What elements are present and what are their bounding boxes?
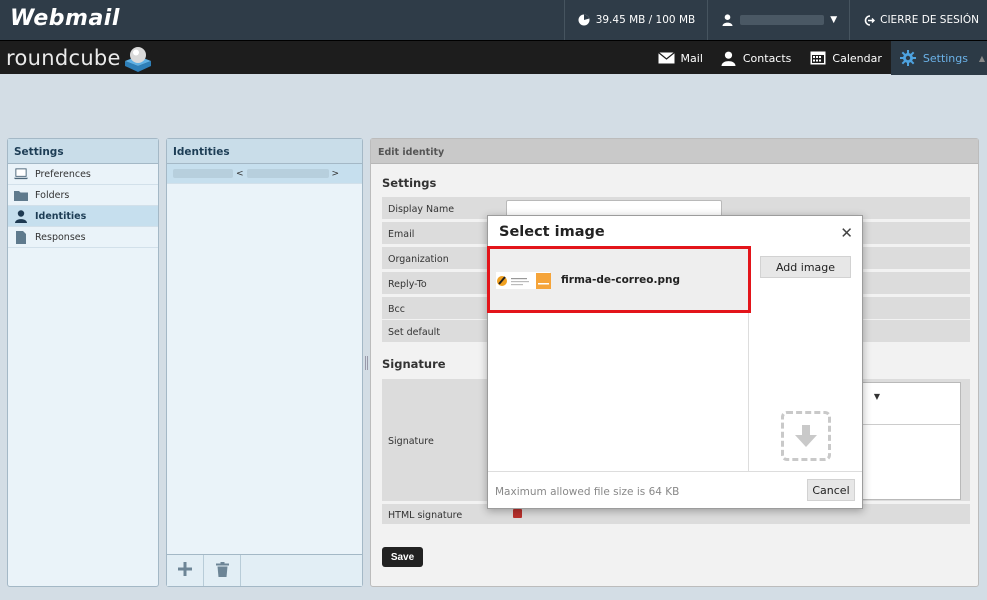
field-label: Email [388,229,415,240]
edit-identity-title: Edit identity [371,139,978,164]
user-menu[interactable]: ▼ [708,14,849,27]
delete-identity-button[interactable] [204,555,241,586]
add-image-button[interactable]: Add image [760,256,851,278]
quota-indicator[interactable]: 39.45 MB / 100 MB [565,14,708,27]
identity-email-close: > [331,168,340,179]
settings-section-title: Settings [382,176,437,190]
gear-icon [900,50,917,66]
logout-label: CIERRE DE SESIÓN [880,14,979,26]
trash-icon [215,561,229,580]
identity-name-redacted [173,169,233,178]
identities-panel-title: Identities [167,139,362,164]
user-name-redacted [740,15,825,25]
pie-chart-icon [577,14,591,27]
html-signature-label: HTML signature [388,510,463,521]
identity-row[interactable]: < > [167,164,362,184]
settings-panel: Settings Preferences Folders Identities … [7,138,159,587]
identity-email-open: < [236,168,244,179]
field-label: Reply-To [388,279,427,290]
nav-calendar[interactable]: Calendar [800,41,890,75]
computer-icon [14,168,28,181]
person-icon [14,209,28,223]
dialog-title: Select image [499,224,605,240]
settings-item-responses[interactable]: Responses [8,227,158,248]
quota-text: 39.45 MB / 100 MB [595,14,696,26]
chevron-down-icon: ▼ [830,15,838,25]
field-label: Set default [388,327,441,338]
settings-item-label: Identities [35,210,87,222]
field-label: Display Name [388,204,455,215]
field-label: Organization [388,254,449,265]
highlight-box [487,246,751,313]
settings-item-label: Folders [35,189,70,201]
folder-icon [14,189,28,202]
calendar-icon [809,51,826,65]
logout-button[interactable]: CIERRE DE SESIÓN [850,14,987,27]
signature-label: Signature [388,436,434,447]
roundcube-logo[interactable]: roundcube [6,44,151,72]
nav-calendar-label: Calendar [832,51,882,65]
nav-contacts-label: Contacts [742,51,792,65]
user-icon [720,14,734,27]
download-drop-icon[interactable] [781,411,831,461]
logo-text: roundcube [6,46,121,70]
image-file-item[interactable]: firma-de-correo.png [487,246,751,313]
nav-contacts[interactable]: Contacts [712,41,801,75]
settings-item-identities[interactable]: Identities [8,206,158,227]
top-bar-right: 39.45 MB / 100 MB ▼ CIERRE DE SESIÓN [563,0,987,40]
mail-icon [657,52,675,65]
field-label: Bcc [388,304,405,315]
nav-more-caret[interactable]: ▲ [977,41,987,75]
roundcube-box-icon [123,44,151,72]
settings-item-folders[interactable]: Folders [8,185,158,206]
logout-icon [862,14,876,27]
identities-toolbar [167,554,362,586]
signature-section-title: Signature [382,357,446,371]
cancel-button[interactable]: Cancel [807,479,855,501]
close-icon[interactable]: ✕ [840,224,853,242]
nav-settings[interactable]: Settings [890,41,977,75]
contacts-icon [721,51,737,66]
chevron-down-icon[interactable]: ▼ [874,392,880,401]
nav-mail[interactable]: Mail [649,41,712,75]
max-file-size-text: Maximum allowed file size is 64 KB [495,486,680,498]
nav-mail-label: Mail [680,51,703,65]
html-signature-checkbox[interactable] [513,509,522,518]
settings-item-label: Responses [35,231,86,243]
settings-item-label: Preferences [35,168,91,180]
settings-item-preferences[interactable]: Preferences [8,164,158,185]
webmail-brand: Webmail [10,6,120,31]
add-identity-button[interactable] [167,555,204,586]
settings-list: Preferences Folders Identities Responses [8,164,158,248]
main-nav: Mail Contacts Calendar Settings ▲ [649,41,987,75]
nav-settings-label: Settings [922,51,968,65]
top-bar: Webmail 39.45 MB / 100 MB ▼ CIERRE DE SE… [0,0,987,40]
save-button[interactable]: Save [382,547,423,567]
image-file-list: firma-de-correo.png [487,246,751,471]
document-icon [14,230,28,244]
identities-panel: Identities < > [166,138,363,587]
dialog-footer: Maximum allowed file size is 64 KB Cance… [488,471,862,509]
select-image-dialog: Select image ✕ firma-de-correo.png Add i… [487,215,863,509]
settings-panel-title: Settings [8,139,158,164]
plus-icon [178,562,192,579]
identity-email-redacted [246,169,329,178]
app-header: roundcube Mail Contacts Calendar Setting… [0,40,987,75]
panel-splitter[interactable] [365,356,368,370]
